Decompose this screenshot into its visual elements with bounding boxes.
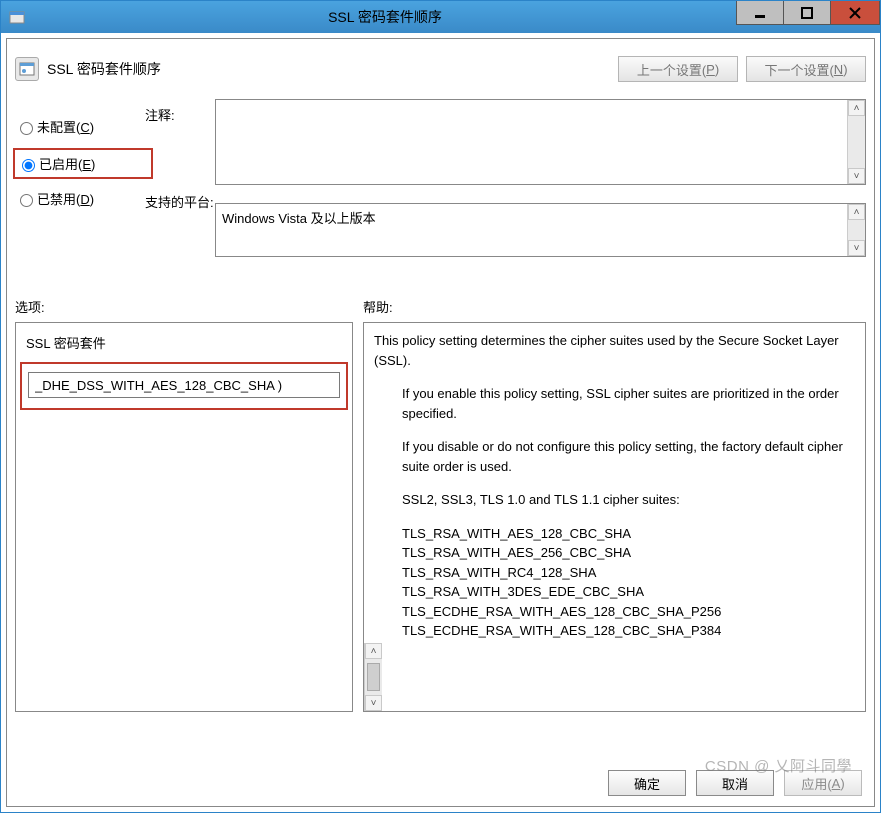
scroll-thumb[interactable] [367, 663, 380, 691]
header-row: SSL 密码套件顺序 上一个设置(P) 下一个设置(N) [15, 45, 866, 93]
supported-platforms-text: Windows Vista 及以上版本 [216, 204, 847, 264]
scroll-down-icon[interactable]: ˅ [848, 240, 865, 256]
window-controls [737, 1, 880, 33]
supported-platforms-box: Windows Vista 及以上版本 ˄ ˅ [215, 203, 866, 257]
policy-title: SSL 密码套件顺序 [47, 59, 610, 79]
window-frame: SSL 密码套件顺序 SSL 密码套件顺序 上一个设置(P) 下一个设置(N) [0, 0, 881, 813]
ok-button[interactable]: 确定 [608, 770, 686, 796]
radio-enabled-label: 已启用(E) [39, 154, 95, 173]
help-pane: This policy setting determines the ciphe… [363, 322, 866, 712]
minimize-button[interactable] [736, 1, 784, 25]
cipher-suite-entry: TLS_RSA_WITH_3DES_EDE_CBC_SHA [374, 582, 855, 602]
client-area: SSL 密码套件顺序 上一个设置(P) 下一个设置(N) 未配置(C) 已启用(… [6, 38, 875, 807]
ssl-cipher-suites-input[interactable] [28, 372, 340, 398]
radio-disabled-label: 已禁用(D) [37, 189, 94, 208]
radio-column: 未配置(C) 已启用(E) 已禁用(D) [15, 99, 145, 279]
comments-label: 注释: [145, 105, 215, 124]
help-scrollbar[interactable]: ˄ ˅ [364, 643, 382, 711]
cancel-button[interactable]: 取消 [696, 770, 774, 796]
policy-icon [15, 57, 39, 81]
cipher-suite-entry: TLS_RSA_WITH_RC4_128_SHA [374, 563, 855, 583]
cipher-suite-entry: TLS_RSA_WITH_AES_128_CBC_SHA [374, 524, 855, 544]
options-label: 选项: [15, 297, 363, 316]
cipher-suite-entry: TLS_ECDHE_RSA_WITH_AES_128_CBC_SHA_P256 [374, 602, 855, 622]
titlebar: SSL 密码套件顺序 [1, 1, 880, 33]
cipher-suite-entry: TLS_ECDHE_RSA_WITH_AES_128_CBC_SHA_P384 [374, 621, 855, 641]
scroll-down-icon[interactable]: ˅ [365, 695, 382, 711]
scroll-up-icon[interactable]: ˄ [848, 204, 865, 220]
comments-textarea[interactable]: ˄ ˅ [215, 99, 866, 185]
apply-button[interactable]: 应用(A) [784, 770, 862, 796]
radio-disabled-input[interactable] [20, 194, 33, 207]
maximize-button[interactable] [783, 1, 831, 25]
help-p2: If you enable this policy setting, SSL c… [374, 384, 855, 423]
cipher-suite-list: TLS_RSA_WITH_AES_128_CBC_SHATLS_RSA_WITH… [374, 524, 855, 644]
help-p1: This policy setting determines the ciphe… [374, 331, 855, 370]
previous-setting-button[interactable]: 上一个设置(P) [618, 56, 738, 82]
radio-not-configured-label: 未配置(C) [37, 117, 94, 136]
cipher-suite-entry: TLS_RSA_WITH_AES_256_CBC_SHA [374, 543, 855, 563]
radio-not-configured[interactable]: 未配置(C) [15, 117, 145, 136]
scroll-up-icon[interactable]: ˄ [365, 643, 382, 659]
scroll-up-icon[interactable]: ˄ [848, 100, 865, 116]
titlebar-icon [1, 9, 33, 25]
next-setting-button[interactable]: 下一个设置(N) [746, 56, 866, 82]
config-block: 未配置(C) 已启用(E) 已禁用(D) 注释: 支持的平台: [15, 99, 866, 279]
radio-not-configured-input[interactable] [20, 122, 33, 135]
supported-label: 支持的平台: [145, 192, 215, 211]
footer: 确定 取消 应用(A) [15, 760, 866, 798]
radio-disabled[interactable]: 已禁用(D) [15, 189, 145, 208]
radio-enabled[interactable]: 已启用(E) [17, 154, 143, 173]
platform-scrollbar[interactable]: ˄ ˅ [847, 204, 865, 256]
fields-column: ˄ ˅ Windows Vista 及以上版本 ˄ ˅ [215, 99, 866, 279]
help-label: 帮助: [363, 297, 393, 316]
help-text: This policy setting determines the ciphe… [364, 323, 865, 643]
window-title: SSL 密码套件顺序 [33, 7, 737, 27]
close-button[interactable] [830, 1, 880, 25]
help-p3: If you disable or do not configure this … [374, 437, 855, 476]
cipher-suite-entry: TLS_ECDHE_RSA_WITH_AES_128_CBC_SHA_P521 [374, 641, 855, 644]
options-group-title: SSL 密码套件 [26, 333, 342, 352]
options-pane: SSL 密码套件 [15, 322, 353, 712]
section-labels: 选项: 帮助: [15, 297, 866, 316]
scroll-down-icon[interactable]: ˅ [848, 168, 865, 184]
field-labels: 注释: 支持的平台: [145, 99, 215, 279]
help-p4: SSL2, SSL3, TLS 1.0 and TLS 1.1 cipher s… [374, 490, 855, 510]
radio-enabled-input[interactable] [22, 159, 35, 172]
lower-panes: SSL 密码套件 This policy setting determines … [15, 322, 866, 760]
comments-scrollbar[interactable]: ˄ ˅ [847, 100, 865, 184]
enabled-highlight: 已启用(E) [13, 148, 153, 179]
cipher-input-highlight [20, 362, 348, 410]
